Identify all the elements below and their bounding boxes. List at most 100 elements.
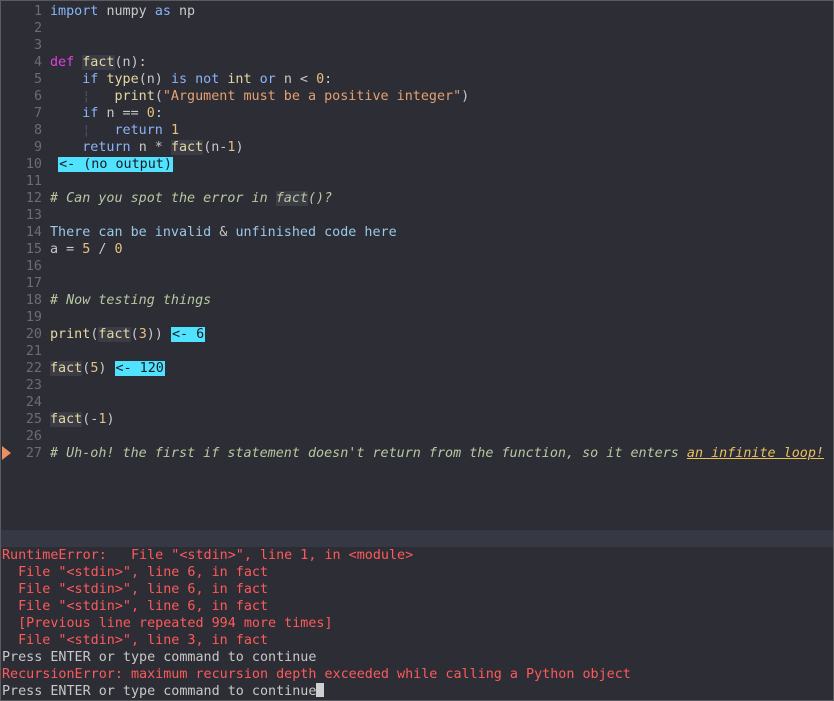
current-line-sign-icon [2, 446, 11, 460]
code-token: ¦ [50, 89, 115, 104]
code-token: (n) [138, 72, 171, 87]
code-token: : [154, 106, 163, 121]
code-line[interactable]: 7 if n == 0: [1, 105, 833, 122]
code-token: is not [170, 72, 228, 87]
code-token: return [114, 123, 171, 138]
error-message: File "<stdin>", line 6, in fact [1, 581, 833, 598]
code-text: fact(-1) [50, 411, 115, 428]
code-token: def [50, 55, 83, 70]
code-text: <- (no output) [50, 156, 173, 173]
code-line[interactable]: 4 def fact(n): [1, 54, 833, 71]
text-cursor[interactable] [316, 683, 325, 697]
code-line[interactable]: 23 [1, 377, 833, 394]
code-token: # Uh-oh! the first if statement doesn't … [50, 446, 687, 461]
code-token: # Can you spot the error in [50, 191, 276, 206]
inline-output-badge: <- (no output) [58, 157, 173, 172]
code-line[interactable]: 19 [1, 309, 833, 326]
code-token: print [114, 89, 155, 104]
code-token: 0 [114, 242, 123, 257]
code-token: if [50, 72, 107, 87]
message-text: [Previous line repeated 994 more times] [2, 616, 333, 631]
code-token: n == [106, 106, 147, 121]
command-output: RuntimeError: File "<stdin>", line 1, in… [1, 547, 833, 700]
code-token: ()? [307, 191, 333, 206]
terminal-window: 1 import numpy as np 2 3 4 def fact(n): 5 if t… [0, 0, 834, 701]
line-number: 4 [33, 55, 42, 70]
code-line[interactable]: 21 [1, 343, 833, 360]
line-number: 5 [33, 72, 42, 87]
error-message: [Previous line repeated 994 more times] [1, 615, 833, 632]
code-editor[interactable]: 1 import numpy as np 2 3 4 def fact(n): 5 if t… [1, 1, 833, 530]
code-line[interactable]: 22 fact(5) <- 120 [1, 360, 833, 377]
code-token: unfinished code here [235, 225, 397, 240]
line-number: 20 [25, 327, 42, 342]
line-number: 13 [25, 208, 42, 223]
code-line[interactable]: 10 <- (no output) [1, 156, 833, 173]
code-line[interactable]: 25 fact(-1) [1, 411, 833, 428]
code-line[interactable]: 5 if type(n) is not int or n < 0: [1, 71, 833, 88]
code-line[interactable]: 20 print(fact(3)) <- 6 [1, 326, 833, 343]
code-text: def fact(n): [50, 54, 147, 71]
message-text: Press ENTER or type command to continue [2, 684, 317, 699]
error-message: File "<stdin>", line 6, in fact [1, 598, 833, 615]
code-token: numpy [106, 4, 155, 19]
line-number: 25 [25, 412, 42, 427]
line-number: 23 [25, 378, 42, 393]
code-text: ¦ print("Argument must be a positive int… [50, 88, 469, 105]
error-message: File "<stdin>", line 6, in fact [1, 564, 833, 581]
code-token: return [50, 140, 139, 155]
message-text: RecursionError: maximum recursion depth … [2, 667, 631, 682]
code-line[interactable]: 17 [1, 275, 833, 292]
code-text: a = 5 / 0 [50, 241, 123, 258]
code-line[interactable]: 8 ¦ return 1 [1, 122, 833, 139]
code-token: a = [50, 242, 83, 257]
line-number: 2 [33, 21, 42, 36]
code-token: There can be invalid [50, 225, 220, 240]
code-token: fact [275, 191, 308, 206]
line-number: 16 [25, 259, 42, 274]
code-line[interactable]: 24 [1, 394, 833, 411]
line-number: 15 [25, 242, 42, 257]
code-token: if [50, 106, 107, 121]
code-line[interactable]: 15 a = 5 / 0 [1, 241, 833, 258]
code-token: # Now testing things [50, 293, 212, 308]
code-token: fact [170, 140, 204, 155]
code-token: fact [82, 55, 115, 70]
line-number: 22 [25, 361, 42, 376]
code-text: ¦ return 1 [50, 122, 179, 139]
code-line[interactable]: 11 [1, 173, 833, 190]
message-text: Press ENTER or type command to continue [2, 650, 317, 665]
code-token: print [50, 327, 91, 342]
code-line[interactable]: 18 # Now testing things [1, 292, 833, 309]
status-bar [1, 530, 833, 547]
code-token: ) [235, 140, 244, 155]
code-line[interactable]: 1 import numpy as np [1, 3, 833, 20]
code-line[interactable]: 14 There can be invalid & unfinished code… [1, 224, 833, 241]
code-line[interactable]: 26 [1, 428, 833, 445]
line-number: 3 [33, 38, 42, 53]
code-line[interactable]: 16 [1, 258, 833, 275]
code-token: fact [98, 327, 131, 342]
code-line[interactable]: 13 [1, 207, 833, 224]
code-line[interactable]: 12 # Can you spot the error in fact()? [1, 190, 833, 207]
message-text: File "<stdin>", line 6, in fact [2, 599, 269, 614]
code-token: np [179, 4, 196, 19]
line-number: 18 [25, 293, 42, 308]
line-number: 27 [25, 446, 42, 461]
error-message: File "<stdin>", line 3, in fact [1, 632, 833, 649]
line-number: 26 [25, 429, 42, 444]
code-token: ) [106, 412, 115, 427]
code-token: n < [283, 72, 317, 87]
code-token: 0 [316, 72, 325, 87]
code-line[interactable]: 27 # Uh-oh! the first if statement doesn'… [1, 445, 833, 462]
inline-output-badge: <- 6 [170, 327, 206, 342]
code-line[interactable]: 2 [1, 20, 833, 37]
code-token: (n): [114, 55, 147, 70]
code-text: # Can you spot the error in fact()? [50, 190, 332, 207]
line-number: 6 [33, 89, 42, 104]
message-text: File "<stdin>", line 6, in fact [2, 565, 269, 580]
code-line[interactable]: 3 [1, 37, 833, 54]
code-line[interactable]: 6 ¦ print("Argument must be a positive i… [1, 88, 833, 105]
code-token: as [154, 4, 179, 19]
code-line[interactable]: 9 return n * fact(n-1) [1, 139, 833, 156]
